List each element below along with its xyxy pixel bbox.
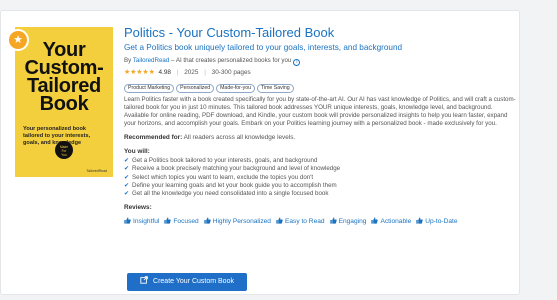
publish-year: 2025 <box>184 69 199 76</box>
cover-brand: TailoredRead <box>86 169 107 173</box>
list-item: ✔ Receive a book precisely matching your … <box>124 165 516 173</box>
you-will-list: ✔ Get a Politics book tailored to your in… <box>124 157 516 198</box>
check-icon: ✔ <box>124 174 130 181</box>
thumbs-up-icon <box>164 217 172 225</box>
review-chip-label: Up-to-Date <box>425 218 458 226</box>
book-details: Politics - Your Custom-Tailored Book Get… <box>124 25 516 291</box>
featured-star-icon: ★ <box>9 31 27 49</box>
byline-prefix: By <box>124 57 133 64</box>
list-item: ✔ Define your learning goals and let your… <box>124 182 516 190</box>
book-meta: ★★★★★ 4.98 | 2025 | 30-300 pages <box>124 67 516 77</box>
list-item-text: Get a Politics book tailored to your int… <box>132 157 318 164</box>
review-chip-label: Engaging <box>338 218 367 226</box>
byline: By TailoredRead – AI that creates person… <box>124 57 516 66</box>
external-link-icon <box>140 276 148 284</box>
rating-stars-icon: ★★★★★ <box>124 67 155 76</box>
author-link[interactable]: TailoredRead <box>133 57 169 64</box>
cover-made-for-you-badge: Made For You <box>55 141 73 159</box>
list-item-text: Receive a book precisely matching your b… <box>132 165 341 173</box>
review-chip[interactable]: Focused <box>164 217 199 226</box>
list-item-text: Get all the knowledge you need consolida… <box>132 190 329 198</box>
recommended-for: Recommended for: All readers across all … <box>124 133 516 142</box>
tag-list: Product Marketing Personalized Made-for-yo… <box>124 80 516 93</box>
you-will-heading: You will: <box>124 148 150 155</box>
review-chip[interactable]: Insightful <box>124 217 160 226</box>
book-card: ★ Your Custom- Tailored Book Your person… <box>0 10 520 295</box>
meta-divider: | <box>204 69 206 76</box>
list-item-text: Select which topics you want to learn, e… <box>132 173 314 181</box>
page-count: 30-300 pages <box>211 69 251 76</box>
tag: Personalized <box>176 84 215 93</box>
review-chip[interactable]: Engaging <box>329 217 367 226</box>
byline-suffix: – AI that creates personalized books for… <box>169 57 292 64</box>
thumbs-up-icon <box>124 217 131 225</box>
create-custom-book-button[interactable]: Create Your Custom Book <box>127 273 247 291</box>
book-description: Learn Politics faster with a book create… <box>124 96 516 127</box>
review-chip[interactable]: Highly Personalized <box>204 217 271 226</box>
book-cover[interactable]: Your Custom- Tailored Book Your personal… <box>15 27 113 177</box>
review-chip[interactable]: Easy to Read <box>276 217 325 226</box>
cover-badge-line: You <box>61 153 67 157</box>
list-item: ✔ Select which topics you want to learn, … <box>124 174 516 182</box>
thumbs-up-icon <box>204 217 211 225</box>
check-icon: ✔ <box>124 191 130 198</box>
info-icon[interactable]: i <box>293 59 301 66</box>
create-custom-book-label: Create Your Custom Book <box>153 278 234 285</box>
tag: Time Saving <box>256 84 294 93</box>
review-chip-label: Easy to Read <box>284 218 325 226</box>
cover-title-line: Book <box>39 93 89 115</box>
tag: Product Marketing <box>124 84 175 93</box>
review-chip-label: Focused <box>173 218 199 226</box>
check-icon: ✔ <box>124 166 130 173</box>
thumbs-up-icon <box>329 217 337 225</box>
review-list: Insightful Focused Highly Personalized Easy… <box>124 214 516 226</box>
thumbs-up-icon <box>416 217 423 225</box>
meta-divider: | <box>176 69 179 76</box>
rating-value: 4.98 <box>158 69 171 76</box>
recommended-value: All readers across all knowledge levels. <box>182 134 296 141</box>
thumbs-up-icon <box>276 217 283 225</box>
tag: Made-for-you <box>216 84 255 93</box>
reviews-heading: Reviews: <box>124 204 152 212</box>
cover-title: Your Custom- Tailored Book <box>23 40 105 115</box>
review-chip[interactable]: Actionable <box>371 217 412 226</box>
review-chip[interactable]: Up-to-Date <box>416 217 458 226</box>
review-chip-label: Insightful <box>133 218 160 226</box>
book-subtitle: Get a Politics book uniquely tailored to… <box>124 43 403 52</box>
review-chip-label: Highly Personalized <box>212 218 271 226</box>
list-item: ✔ Get a Politics book tailored to your in… <box>124 157 516 165</box>
list-item: ✔ Get all the knowledge you need consolid… <box>124 190 516 198</box>
recommended-label: Recommended for: <box>124 134 183 141</box>
check-icon: ✔ <box>124 182 130 189</box>
check-icon: ✔ <box>124 158 130 164</box>
book-title[interactable]: Politics - Your Custom-Tailored Book <box>124 25 516 41</box>
list-item-text: Define your learning goals and let your … <box>132 181 337 189</box>
thumbs-up-icon <box>371 217 379 225</box>
review-chip-label: Actionable <box>380 218 412 226</box>
